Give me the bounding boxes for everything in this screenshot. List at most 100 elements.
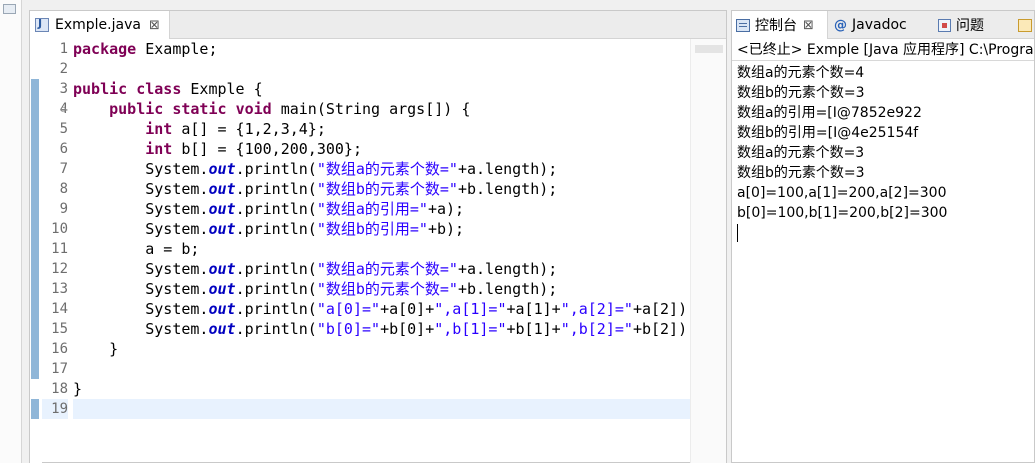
console-view: 控制台 ⊠ @ Javadoc 问题 <已终止> Exmple [Java 应用… bbox=[731, 10, 1035, 463]
tab-label: Exmple.java bbox=[55, 17, 141, 33]
code-line-18: } bbox=[73, 379, 690, 399]
tab-exmple-java[interactable]: Exmple.java ⊠ bbox=[30, 11, 170, 39]
string-literal: ",b[1]=" bbox=[434, 320, 507, 338]
code-area[interactable]: 1 2 3 4 5 6 7 8 9 10 11 12 13 14 15 16 17 18 19 ⊖ package … bbox=[30, 39, 726, 463]
line-number: 3 bbox=[59, 81, 68, 97]
console-icon bbox=[736, 18, 750, 32]
keyword: public bbox=[109, 100, 164, 118]
string-literal: ",a[2]=" bbox=[560, 300, 633, 318]
console-output-line: 数组a的引用=[I@7852e922 bbox=[737, 105, 922, 121]
tab-problems[interactable]: 问题 bbox=[938, 11, 984, 39]
code-text: +b[0]+ bbox=[380, 320, 435, 338]
code-text: .println( bbox=[235, 280, 317, 298]
console-output[interactable]: 数组a的元素个数=4 数组b的元素个数=3 数组a的引用=[I@7852e922 数组… bbox=[737, 63, 1034, 243]
code-text: System. bbox=[145, 260, 209, 278]
code-text: .println( bbox=[235, 220, 317, 238]
code-line-15: System.out.println("b[0]="+b[0]+",b[1]="… bbox=[73, 319, 696, 339]
code-line-3: public class Exmple { bbox=[73, 79, 690, 99]
string-literal: "a[0]=" bbox=[316, 300, 381, 318]
code-text: .println( bbox=[235, 300, 317, 318]
code-text: +a[0]+ bbox=[380, 300, 435, 318]
javadoc-icon: @ bbox=[834, 17, 847, 33]
code-text: +a); bbox=[427, 200, 465, 218]
string-literal: "数组b的引用=" bbox=[316, 220, 428, 238]
close-tab-icon[interactable]: ⊠ bbox=[149, 18, 160, 33]
keyword: static bbox=[172, 100, 227, 118]
code-line-14: System.out.println("a[0]="+a[0]+",a[1]="… bbox=[73, 299, 696, 319]
java-file-icon bbox=[35, 17, 49, 32]
code-line-5: int a[] = {1,2,3,4}; bbox=[73, 119, 690, 139]
close-tab-icon[interactable]: ⊠ bbox=[803, 18, 814, 33]
code-text: +a.length); bbox=[457, 260, 558, 278]
code-text: +a.length); bbox=[457, 160, 558, 178]
console-output-line: a[0]=100,a[1]=200,a[2]=300 bbox=[737, 185, 947, 201]
marker-column bbox=[30, 39, 42, 463]
console-input-line[interactable] bbox=[737, 223, 1034, 243]
string-literal: "b[0]=" bbox=[316, 320, 381, 338]
code-text: +b.length); bbox=[457, 180, 558, 198]
code-text: a[] = {1,2,3,4}; bbox=[172, 120, 326, 138]
tab-javadoc[interactable]: @ Javadoc bbox=[834, 11, 907, 39]
static-field: out bbox=[208, 160, 236, 178]
code-line-19-current[interactable] bbox=[73, 399, 690, 419]
code-text: .println( bbox=[235, 180, 317, 198]
code-text: main(String args[]) { bbox=[271, 100, 471, 118]
code-lines: package Example; public class Exmple { p… bbox=[73, 39, 696, 419]
overview-ruler-header bbox=[695, 45, 723, 53]
static-field: out bbox=[208, 180, 236, 198]
keyword: package bbox=[73, 40, 137, 58]
declaration-icon bbox=[1018, 18, 1032, 32]
line-number: 1 bbox=[59, 41, 68, 57]
code-line-10: System.out.println("数组b的引用="+b); bbox=[73, 219, 690, 239]
line-number: 19 bbox=[42, 399, 68, 419]
code-text: +a[2]); bbox=[632, 300, 697, 318]
static-field: out bbox=[208, 320, 236, 338]
code-text: +b.length); bbox=[457, 280, 558, 298]
code-text: System. bbox=[145, 180, 209, 198]
code-line-4: public static void main(String args[]) { bbox=[73, 99, 690, 119]
code-text: b[] = {100,200,300}; bbox=[172, 140, 362, 158]
line-number: 16 bbox=[51, 341, 68, 357]
console-output-line: 数组a的元素个数=4 bbox=[737, 65, 865, 81]
code-text: System. bbox=[145, 160, 209, 178]
console-tab-bar: 控制台 ⊠ @ Javadoc 问题 bbox=[732, 11, 1034, 39]
static-field: out bbox=[208, 260, 236, 278]
code-line-13: System.out.println("数组b的元素个数="+b.length)… bbox=[73, 279, 690, 299]
java-editor: Exmple.java ⊠ 12345678910111213141516171… bbox=[29, 10, 727, 463]
tab-overflow[interactable] bbox=[1018, 11, 1032, 39]
text-caret bbox=[737, 224, 738, 242]
static-field: out bbox=[208, 220, 236, 238]
keyword: int bbox=[145, 120, 173, 138]
minimized-view-icon[interactable] bbox=[3, 4, 16, 14]
code-text: } bbox=[73, 340, 119, 358]
code-text: Example; bbox=[136, 40, 218, 58]
code-line-16: } bbox=[73, 339, 690, 359]
tab-console[interactable]: 控制台 ⊠ bbox=[732, 11, 828, 39]
code-text: +b[2]); bbox=[632, 320, 697, 338]
code-text: a = b; bbox=[73, 240, 200, 258]
line-number: 7 bbox=[59, 161, 68, 177]
keyword: int bbox=[145, 140, 173, 158]
string-literal: "数组a的元素个数=" bbox=[316, 160, 458, 178]
line-number: 10 bbox=[51, 221, 68, 237]
tab-label: 问题 bbox=[956, 18, 984, 34]
overview-ruler[interactable] bbox=[690, 39, 726, 463]
line-number: 8 bbox=[59, 181, 68, 197]
code-text: System. bbox=[145, 200, 209, 218]
code-line-11: a = b; bbox=[73, 239, 690, 259]
string-literal: "数组a的引用=" bbox=[316, 200, 428, 218]
console-process-header: <已终止> Exmple [Java 应用程序] C:\Progra bbox=[732, 39, 1034, 61]
code-line-8: System.out.println("数组b的元素个数="+b.length)… bbox=[73, 179, 690, 199]
string-literal: ",a[1]=" bbox=[434, 300, 507, 318]
left-side-strip bbox=[0, 0, 22, 463]
line-number: 18 bbox=[51, 381, 68, 397]
fold-collapse-icon[interactable]: ⊖ bbox=[60, 105, 67, 114]
change-indicator-bar bbox=[31, 79, 39, 379]
line-number: 6 bbox=[59, 141, 68, 157]
keyword: public bbox=[73, 80, 128, 98]
